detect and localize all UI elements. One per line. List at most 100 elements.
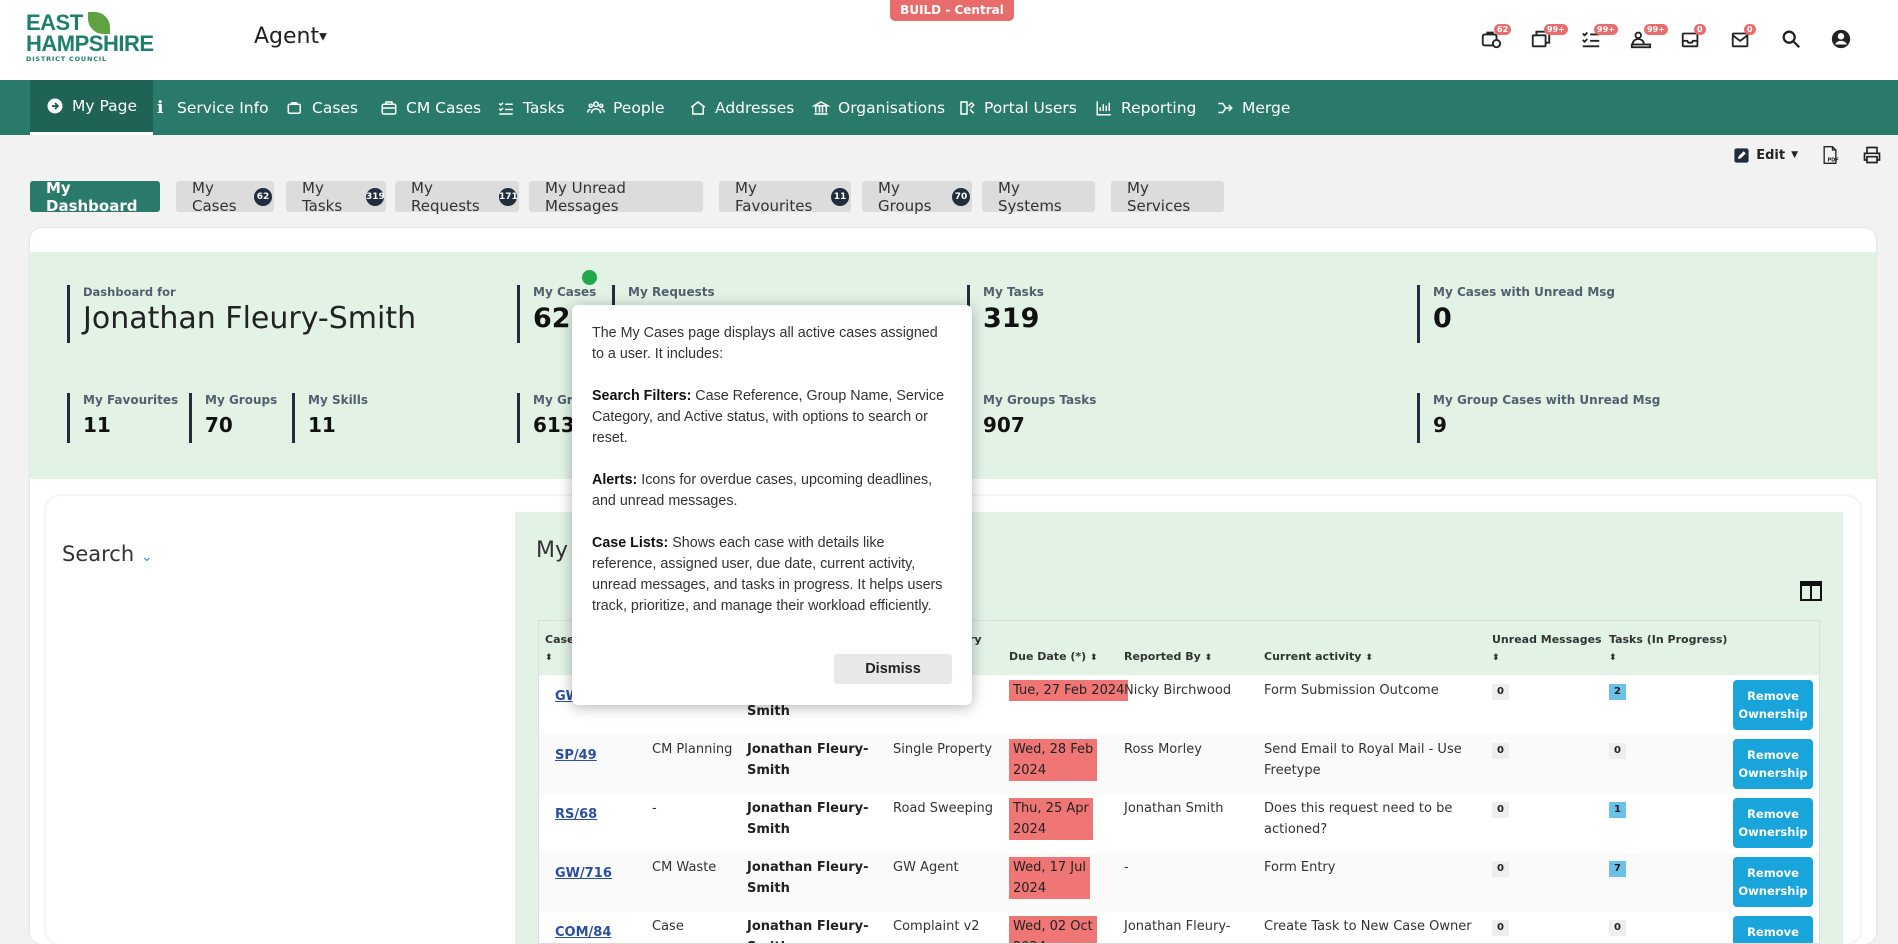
nav-organisations[interactable]: Organisations — [812, 80, 945, 135]
service-category: Single Property — [893, 742, 993, 757]
col-unread-messages[interactable]: Unread Messages ⬍ — [1492, 631, 1602, 667]
council-logo[interactable]: EAST HAMPSHIRE DISTRICT COUNCIL — [26, 12, 154, 72]
col-reported-by[interactable]: Reported By ⬍ — [1124, 648, 1212, 667]
arrow-circle-icon — [47, 98, 63, 114]
case-ref-link[interactable]: GW/716 — [555, 863, 612, 884]
col-due-date[interactable]: Due Date (*) ⬍ — [1009, 648, 1098, 667]
case-ref-link[interactable]: RS/68 — [555, 804, 597, 825]
unread-count: 0 — [1492, 684, 1509, 700]
stat-groups[interactable]: My Groups 70 — [189, 393, 277, 443]
case-ref-link[interactable]: COM/84 — [555, 922, 611, 943]
nav-merge[interactable]: Merge — [1216, 80, 1290, 135]
stat-favourites[interactable]: My Favourites 11 — [67, 393, 178, 443]
stat-unread-cases[interactable]: My Cases with Unread Msg 0 — [1417, 285, 1615, 343]
tab-my-favourites[interactable]: My Favourites 11 — [719, 179, 851, 215]
tab-my-services[interactable]: My Services — [1111, 179, 1224, 215]
stat-group-unread[interactable]: My Group Cases with Unread Msg 9 — [1417, 393, 1660, 443]
tasks-count: 7 — [1609, 861, 1626, 877]
tab-my-dashboard[interactable]: My Dashboard — [30, 179, 160, 215]
chart-icon — [1096, 100, 1111, 115]
sort-icon: ⬍ — [1492, 653, 1500, 663]
caret-down-icon: ▼ — [319, 31, 327, 43]
reported-by: Ross Morley — [1124, 742, 1202, 757]
nav-cases[interactable]: Cases — [286, 80, 358, 135]
search-toggle[interactable]: Search ⌄ — [62, 542, 153, 566]
current-activity: Send Email to Royal Mail - Use Freetype — [1264, 742, 1462, 778]
user-icon[interactable] — [1816, 24, 1866, 54]
col-current-activity[interactable]: Current activity ⬍ — [1264, 648, 1373, 667]
pdf-icon[interactable]: PDF — [1820, 145, 1840, 165]
nav-reporting[interactable]: Reporting — [1095, 80, 1196, 135]
cases-alert-icon[interactable]: 62 — [1466, 24, 1516, 54]
people-card-icon[interactable]: 99+ — [1616, 24, 1668, 54]
table-row: GW/716 CM Waste Jonathan Fleury- Smith GW Ag… — [539, 853, 1819, 912]
sort-icon: ⬍ — [1609, 653, 1617, 663]
remove-ownership-button[interactable]: RemoveOwnership — [1733, 857, 1813, 907]
chevron-down-icon: ⌄ — [140, 549, 153, 565]
owner-name: Jonathan Fleury-Smith — [747, 742, 869, 778]
current-activity: Create Task to New Case Owner — [1264, 919, 1472, 934]
caret-down-icon: ▼ — [1791, 150, 1798, 160]
nav-portal-users[interactable]: Portal Users — [958, 80, 1077, 135]
dismiss-button[interactable]: Dismiss — [834, 654, 952, 684]
columns-icon[interactable] — [1800, 581, 1822, 601]
tab-my-cases[interactable]: My Cases 62 — [176, 179, 274, 215]
tab-my-groups[interactable]: My Groups 70 — [862, 179, 972, 215]
windows-icon[interactable]: 99+ — [1516, 24, 1568, 54]
building-icon — [812, 100, 830, 115]
owner-name: Jonathan Fleury-Smith — [747, 860, 869, 896]
reported-by: - — [1124, 860, 1129, 875]
people-icon — [587, 100, 605, 113]
dashboard-user: Dashboard for Jonathan Fleury-Smith — [67, 285, 416, 343]
merge-icon — [1218, 102, 1233, 113]
build-badge: BUILD - Central — [890, 0, 1014, 21]
nav-cm-cases[interactable]: CM Cases — [380, 80, 481, 135]
table-row: RS/68 - Jonathan Fleury- Smith Road Sweeping… — [539, 794, 1819, 853]
case-ref-link[interactable]: SP/49 — [555, 745, 597, 766]
home-icon — [690, 100, 706, 115]
briefcase-icon — [287, 101, 301, 114]
owner-name: Jonathan Fleury-Smith — [747, 801, 869, 837]
tasks-count: 0 — [1609, 920, 1626, 936]
tab-my-unread-messages[interactable]: My Unread Messages — [529, 179, 703, 215]
nav-tasks[interactable]: Tasks — [497, 80, 565, 135]
nav-people[interactable]: People — [587, 80, 665, 135]
info-icon: ℹ — [157, 97, 164, 118]
nav-service-info[interactable]: ℹ Service Info — [157, 80, 269, 135]
due-date: Wed, 17 Jul 2024 — [1009, 857, 1090, 899]
tab-my-systems[interactable]: My Systems — [982, 179, 1095, 215]
nav-my-page[interactable]: My Page — [30, 80, 153, 135]
tab-my-requests[interactable]: My Requests 171 — [395, 179, 519, 215]
reported-by: Jonathan Smith — [1124, 801, 1224, 816]
stat-group-tasks[interactable]: My Groups Tasks 907 — [967, 393, 1096, 443]
group-name: - — [652, 801, 657, 816]
tasks-count: 2 — [1609, 684, 1626, 700]
due-date: Wed, 28 Feb 2024 — [1009, 739, 1098, 781]
stat-skills[interactable]: My Skills 11 — [292, 393, 368, 443]
inbox-icon[interactable]: 0 — [1666, 24, 1716, 54]
tab-my-tasks[interactable]: My Tasks 319 — [286, 179, 386, 215]
edit-dropdown[interactable]: Edit ▼ — [1733, 147, 1798, 164]
due-date: Tue, 27 Feb 2024 — [1009, 680, 1129, 701]
tasks-icon — [498, 101, 513, 115]
remove-ownership-button[interactable]: RemoveOwnership — [1733, 916, 1813, 943]
current-activity: Does this request need to be actioned? — [1264, 801, 1453, 837]
remove-ownership-button[interactable]: RemoveOwnership — [1733, 680, 1813, 730]
unread-count: 0 — [1492, 743, 1509, 759]
reported-by: Nicky Birchwood — [1124, 683, 1232, 698]
due-date: Thu, 25 Apr 2024 — [1009, 798, 1093, 840]
remove-ownership-button[interactable]: RemoveOwnership — [1733, 798, 1813, 848]
tasks-list-icon[interactable]: 99+ — [1566, 24, 1618, 54]
mail-icon[interactable]: 0 — [1716, 24, 1766, 54]
edit-icon — [1734, 147, 1749, 163]
col-tasks-in-progress[interactable]: Tasks (In Progress) ⬍ — [1609, 631, 1727, 667]
sort-icon: ⬍ — [545, 653, 553, 663]
group-name: CM Planning — [652, 742, 733, 757]
nav-addresses[interactable]: Addresses — [689, 80, 794, 135]
print-icon[interactable] — [1862, 145, 1882, 165]
stat-my-tasks[interactable]: My Tasks 319 — [967, 285, 1044, 343]
table-row: SP/49 CM Planning Jonathan Fleury- Smith Sin… — [539, 735, 1819, 794]
agent-dropdown[interactable]: Agent▼ — [254, 24, 327, 49]
search-icon[interactable] — [1766, 24, 1816, 54]
remove-ownership-button[interactable]: RemoveOwnership — [1733, 739, 1813, 789]
